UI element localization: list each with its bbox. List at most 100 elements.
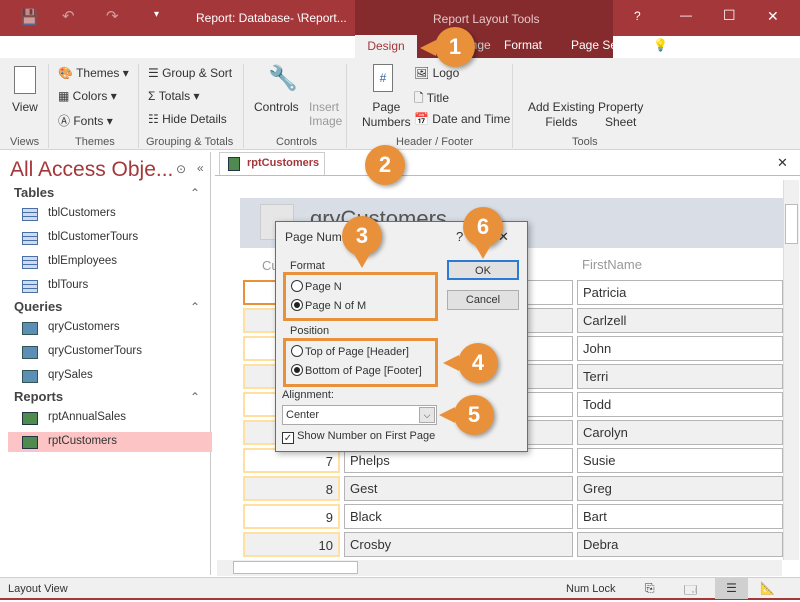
cell-firstname[interactable]: Bart	[577, 504, 783, 529]
table-icon	[22, 208, 38, 221]
status-bar: Layout View Num Lock ⎘ 🗔 ☰ 📐	[0, 577, 800, 600]
title-button[interactable]: 🗋 Title	[414, 89, 449, 110]
nav-item-rptAnnualSales[interactable]: rptAnnualSales	[8, 408, 212, 428]
nav-item-tblCustomerTours[interactable]: tblCustomerTours	[8, 228, 212, 248]
user-account[interactable]: Kayla Clay...	[727, 38, 793, 52]
callout-pointer	[439, 407, 455, 423]
tab-format[interactable]: Format	[504, 38, 542, 52]
nav-item-qryCustomers[interactable]: qryCustomers	[8, 318, 212, 338]
nav-item-rptCustomers[interactable]: rptCustomers	[8, 432, 212, 452]
lightbulb-icon: 💡	[653, 38, 668, 52]
view-button[interactable]: View	[12, 100, 38, 114]
group-tools: Tools	[572, 136, 598, 148]
cell-id[interactable]: 10	[243, 532, 340, 557]
totals-label: Totals	[158, 89, 191, 103]
nav-title[interactable]: All Access Obje...	[10, 158, 173, 182]
help-button[interactable]: ?	[634, 9, 641, 23]
horizontal-scrollbar[interactable]	[217, 560, 782, 576]
cell-id[interactable]: 9	[243, 504, 340, 529]
tab-page-setup[interactable]: Page Setup	[571, 38, 634, 52]
ok-button[interactable]: OK	[447, 260, 519, 280]
nav-item-tblCustomers[interactable]: tblCustomers	[8, 204, 212, 224]
maximize-button[interactable]: ☐	[723, 7, 736, 24]
cell-lastname[interactable]: Gest	[344, 476, 573, 501]
cell-firstname[interactable]: Todd	[577, 392, 783, 417]
tab-rptCustomers[interactable]: rptCustomers	[219, 152, 325, 175]
scrollbar-thumb[interactable]	[233, 561, 358, 574]
cell-lastname[interactable]: Black	[344, 504, 573, 529]
nav-item-label: rptCustomers	[48, 435, 118, 447]
tab-design[interactable]: Design	[355, 35, 417, 58]
nav-section-tables[interactable]: Tables	[14, 185, 54, 200]
property-sheet-button[interactable]: Property Sheet	[598, 100, 643, 130]
dialog-help-button[interactable]: ?	[456, 229, 463, 244]
cell-id[interactable]: 8	[243, 476, 340, 501]
chevron-down-icon[interactable]: ⌵	[419, 407, 435, 423]
property-label-2: Sheet	[605, 115, 637, 129]
cell-lastname[interactable]: Crosby	[344, 532, 573, 557]
layout-view-icon[interactable]: ☰	[715, 578, 748, 599]
nav-section-queries[interactable]: Queries	[14, 299, 62, 314]
hide-details-button[interactable]: ☷ Hide Details	[148, 112, 227, 126]
cancel-button[interactable]: Cancel	[447, 290, 519, 310]
alignment-value: Center	[286, 409, 320, 421]
cell-firstname[interactable]: Susie	[577, 448, 783, 473]
callout-6: 6	[463, 207, 503, 247]
group-sort-label: Group & Sort	[162, 66, 233, 80]
cell-firstname[interactable]: Patricia	[577, 280, 783, 305]
close-button[interactable]: ✕	[767, 8, 779, 25]
query-icon	[22, 322, 38, 335]
show-first-page-checkbox[interactable]: ✓ Show Number on First Page	[282, 430, 435, 444]
tab-external-data[interactable]: External Data	[178, 38, 251, 52]
themes-button[interactable]: 🎨 Themes ▾	[58, 66, 129, 80]
design-view-icon[interactable]: 📐	[760, 581, 775, 595]
nav-menu-icon[interactable]: ⊙	[176, 162, 186, 176]
group-grouping: Grouping & Totals	[146, 136, 234, 148]
tell-me-search[interactable]: Tell me...	[671, 38, 719, 52]
close-document-icon[interactable]: ✕	[777, 155, 788, 171]
cell-firstname[interactable]: Terri	[577, 364, 783, 389]
nav-item-qrySales[interactable]: qrySales	[8, 366, 212, 386]
save-icon[interactable]: 💾	[20, 8, 39, 26]
group-sort-button[interactable]: ☰ Group & Sort	[148, 66, 232, 80]
add-existing-fields-button[interactable]: Add Existing Fields	[528, 100, 595, 130]
tab-file[interactable]: File	[20, 38, 39, 52]
controls-button[interactable]: Controls	[254, 100, 299, 114]
collapse-section-icon[interactable]: ⌃	[190, 300, 200, 314]
date-time-button[interactable]: 📅 Date and Time	[414, 112, 510, 126]
tab-home[interactable]: Home	[73, 38, 105, 52]
cell-firstname[interactable]: Debra	[577, 532, 783, 557]
nav-item-label: qryCustomerTours	[48, 345, 142, 357]
cell-firstname[interactable]: Carlzell	[577, 308, 783, 333]
nav-item-qryCustomerTours[interactable]: qryCustomerTours	[8, 342, 212, 362]
nav-section-reports[interactable]: Reports	[14, 389, 63, 404]
insert-image-button[interactable]: Insert Image	[309, 100, 342, 128]
colors-button[interactable]: ▦ Colors ▾	[58, 89, 117, 103]
callout-4: 4	[458, 343, 498, 383]
page-numbers-button[interactable]: Page Numbers	[362, 100, 411, 130]
cell-firstname[interactable]: Greg	[577, 476, 783, 501]
undo-icon[interactable]: ↶	[62, 7, 75, 25]
callout-pointer	[354, 254, 370, 268]
navigation-pane: All Access Obje... ⊙ « Tables tblCustome…	[4, 152, 212, 575]
minimize-button[interactable]: —	[680, 8, 692, 22]
collapse-section-icon[interactable]: ⌃	[190, 390, 200, 404]
tab-create[interactable]: Create	[125, 38, 161, 52]
collapse-pane-icon[interactable]: «	[197, 161, 204, 175]
alignment-select[interactable]: Center ⌵	[282, 405, 437, 425]
cell-firstname[interactable]: John	[577, 336, 783, 361]
print-preview-icon[interactable]: 🗔	[684, 581, 697, 602]
report-view-icon[interactable]: ⎘	[645, 581, 655, 596]
tab-database-tools[interactable]: Database Tools	[265, 38, 348, 52]
qat-customize-icon[interactable]: ▾	[154, 9, 159, 20]
scrollbar-thumb[interactable]	[785, 204, 798, 244]
nav-item-tblTours[interactable]: tblTours	[8, 276, 212, 296]
cell-firstname[interactable]: Carolyn	[577, 420, 783, 445]
logo-button[interactable]: 🖼 Logo	[414, 66, 459, 80]
collapse-section-icon[interactable]: ⌃	[190, 186, 200, 200]
redo-icon[interactable]: ↷	[106, 7, 119, 25]
vertical-scrollbar[interactable]	[783, 180, 799, 560]
nav-item-tblEmployees[interactable]: tblEmployees	[8, 252, 212, 272]
fonts-button[interactable]: Ⓐ Fonts ▾	[58, 112, 113, 129]
totals-button[interactable]: Σ Totals ▾	[148, 89, 199, 103]
